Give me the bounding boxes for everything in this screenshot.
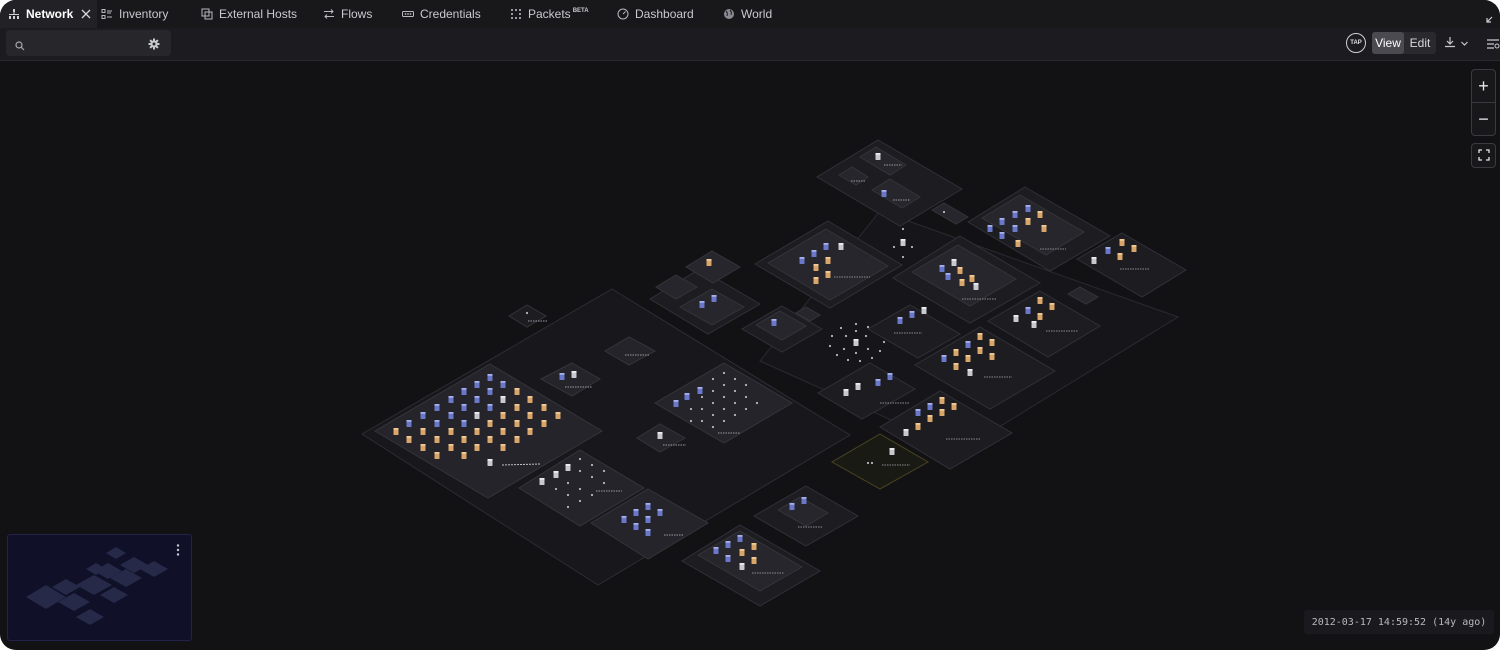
network-icon xyxy=(8,8,20,20)
world-icon xyxy=(723,8,735,20)
tab-flows[interactable]: Flows xyxy=(323,0,372,28)
close-icon[interactable] xyxy=(81,9,91,19)
fullscreen-icon xyxy=(1477,145,1490,166)
tab-network[interactable]: Network xyxy=(0,0,98,28)
tab-dashboard[interactable]: Dashboard xyxy=(617,0,694,28)
tab-credentials[interactable]: Credentials xyxy=(402,0,481,28)
fit-view-button[interactable] xyxy=(1471,143,1496,168)
export-button[interactable] xyxy=(1444,36,1474,52)
network-map-canvas[interactable]: + − 2012-03-17 14:59:52 (14y ago) xyxy=(0,61,1500,650)
minimap-preview xyxy=(26,547,168,625)
tab-label: Packets xyxy=(528,7,571,21)
capture-timestamp: 2012-03-17 14:59:52 (14y ago) xyxy=(1304,610,1494,634)
tap-button[interactable]: TAP xyxy=(1346,33,1366,53)
tab-inventory[interactable]: Inventory xyxy=(101,0,168,28)
search-icon xyxy=(15,38,25,56)
subnet-left-upper xyxy=(649,250,761,335)
tab-external-hosts[interactable]: External Hosts xyxy=(201,0,297,28)
tab-label: World xyxy=(741,7,773,21)
subnet-bottom-right xyxy=(752,485,860,547)
dashboard-icon xyxy=(617,8,629,20)
edit-button[interactable]: Edit xyxy=(1404,32,1436,54)
external-hosts-icon xyxy=(201,8,213,20)
download-icon xyxy=(1444,35,1456,53)
subnet-top xyxy=(816,139,969,227)
gear-icon[interactable] xyxy=(148,37,160,55)
toolbar: TAP View Edit xyxy=(0,28,1500,61)
minimap[interactable] xyxy=(7,534,192,641)
tab-bar: Network Inventory External Hosts Flows C… xyxy=(0,0,1500,29)
filter-settings-button[interactable] xyxy=(1486,37,1500,51)
chevron-down-icon xyxy=(1460,35,1469,53)
packets-icon xyxy=(510,8,522,20)
collapse-icon[interactable] xyxy=(1486,10,1496,23)
tab-label: Network xyxy=(26,7,74,21)
zoom-out-button[interactable]: − xyxy=(1471,102,1496,136)
view-edit-toggle: View Edit xyxy=(1372,32,1436,54)
tab-world[interactable]: World xyxy=(723,0,772,28)
flows-icon xyxy=(323,8,335,20)
search-box xyxy=(6,30,171,56)
tab-label: Dashboard xyxy=(635,7,694,21)
network-topology-map[interactable] xyxy=(0,61,1500,650)
tab-packets[interactable]: Packets BETA xyxy=(510,0,589,28)
inventory-icon xyxy=(101,8,113,20)
zoom-in-button[interactable]: + xyxy=(1471,69,1496,103)
search-input[interactable] xyxy=(32,34,146,54)
more-vertical-icon[interactable] xyxy=(175,543,181,557)
tab-label: Inventory xyxy=(119,7,169,21)
tab-label: External Hosts xyxy=(219,7,298,21)
credentials-icon xyxy=(402,8,414,20)
tab-label: Credentials xyxy=(420,7,481,21)
beta-badge: BETA xyxy=(572,8,589,14)
tab-label: Flows xyxy=(341,7,373,21)
view-button[interactable]: View xyxy=(1372,32,1404,54)
app-window: Network Inventory External Hosts Flows C… xyxy=(0,0,1500,650)
subnet-tiny xyxy=(508,304,548,328)
filter-icon xyxy=(1486,37,1500,54)
